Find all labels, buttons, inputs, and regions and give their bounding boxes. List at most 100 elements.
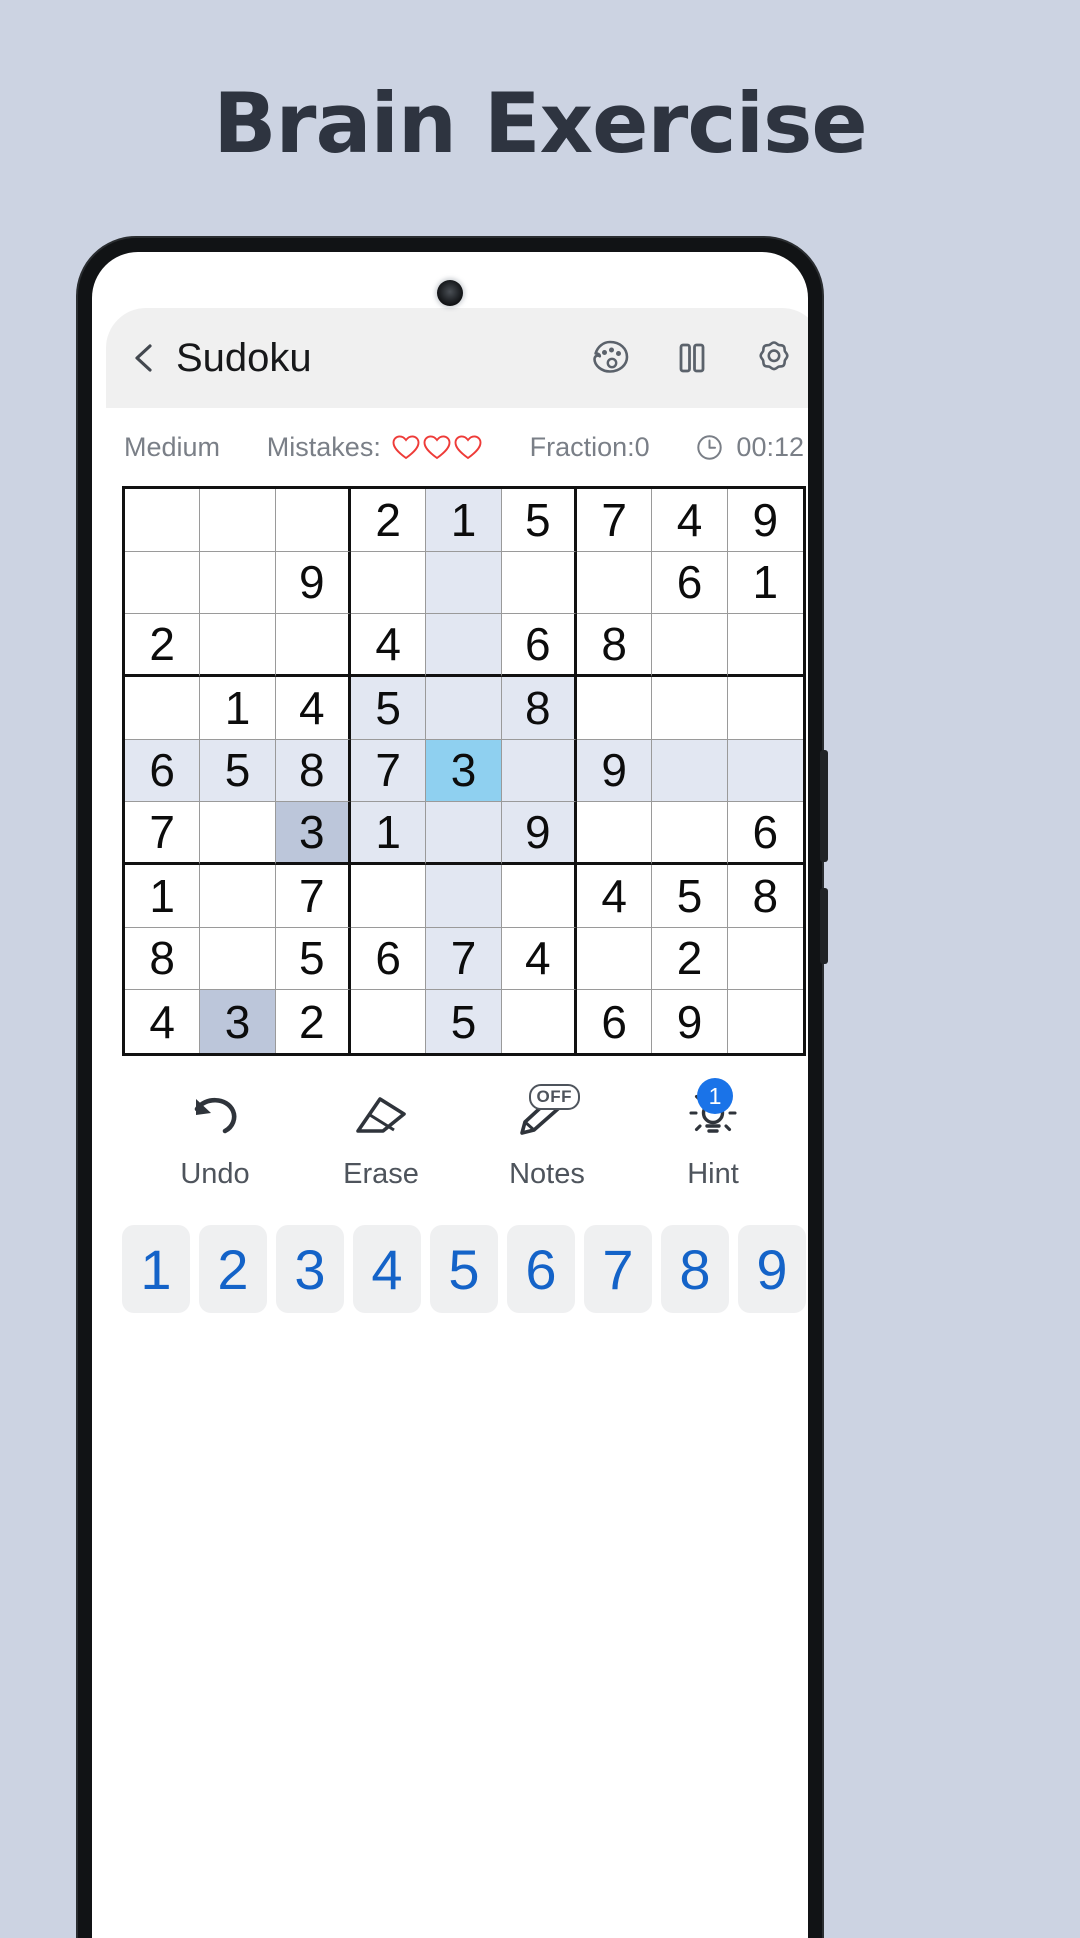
sudoku-cell-r1-c5[interactable] bbox=[501, 551, 577, 615]
sudoku-cell-r8-c6[interactable]: 6 bbox=[577, 990, 653, 1053]
gear-icon[interactable] bbox=[752, 336, 796, 380]
sudoku-cell-r4-c4[interactable]: 3 bbox=[426, 739, 502, 803]
sudoku-cell-r0-c2[interactable] bbox=[275, 489, 351, 552]
sudoku-cell-r8-c0[interactable]: 4 bbox=[125, 990, 201, 1053]
number-key-7[interactable]: 7 bbox=[584, 1225, 652, 1313]
number-key-9[interactable]: 9 bbox=[738, 1225, 806, 1313]
sudoku-cell-r1-c7[interactable]: 6 bbox=[652, 551, 728, 615]
notes-button[interactable]: OFF Notes bbox=[472, 1084, 622, 1191]
sudoku-cell-r2-c6[interactable]: 8 bbox=[577, 614, 653, 677]
sudoku-cell-r5-c4[interactable] bbox=[426, 802, 502, 865]
sudoku-cell-r4-c5[interactable] bbox=[501, 739, 577, 803]
sudoku-cell-r8-c7[interactable]: 9 bbox=[652, 990, 728, 1053]
sudoku-cell-r1-c6[interactable] bbox=[577, 551, 653, 615]
sudoku-cell-r4-c1[interactable]: 5 bbox=[200, 739, 276, 803]
number-key-1[interactable]: 1 bbox=[122, 1225, 190, 1313]
sudoku-cell-r5-c1[interactable] bbox=[200, 802, 276, 865]
sudoku-cell-r0-c5[interactable]: 5 bbox=[501, 489, 577, 552]
sudoku-cell-r7-c3[interactable]: 6 bbox=[351, 927, 427, 991]
sudoku-cell-r3-c7[interactable] bbox=[652, 677, 728, 740]
number-key-4[interactable]: 4 bbox=[353, 1225, 421, 1313]
sudoku-cell-r3-c5[interactable]: 8 bbox=[501, 677, 577, 740]
sudoku-cell-r1-c0[interactable] bbox=[125, 551, 201, 615]
sudoku-cell-r6-c7[interactable]: 5 bbox=[652, 865, 728, 928]
sudoku-cell-r6-c1[interactable] bbox=[200, 865, 276, 928]
sudoku-cell-r6-c4[interactable] bbox=[426, 865, 502, 928]
erase-button[interactable]: Erase bbox=[306, 1088, 456, 1191]
sudoku-cell-r3-c4[interactable] bbox=[426, 677, 502, 740]
sudoku-cell-r2-c8[interactable] bbox=[727, 614, 803, 677]
sudoku-cell-r7-c8[interactable] bbox=[727, 928, 803, 991]
sudoku-cell-r5-c5[interactable]: 9 bbox=[501, 802, 577, 865]
sudoku-cell-r0-c3[interactable]: 2 bbox=[351, 489, 427, 552]
sudoku-cell-r4-c6[interactable]: 9 bbox=[577, 739, 653, 803]
sudoku-cell-r7-c1[interactable] bbox=[200, 927, 276, 991]
sudoku-cell-r8-c1[interactable]: 3 bbox=[200, 990, 276, 1053]
sudoku-cell-r3-c3[interactable]: 5 bbox=[351, 677, 427, 740]
sudoku-cell-r4-c2[interactable]: 8 bbox=[275, 739, 351, 803]
number-key-2[interactable]: 2 bbox=[199, 1225, 267, 1313]
sudoku-cell-r5-c7[interactable] bbox=[652, 802, 728, 865]
number-key-3[interactable]: 3 bbox=[276, 1225, 344, 1313]
sudoku-cell-r2-c4[interactable] bbox=[426, 614, 502, 677]
sudoku-cell-r2-c7[interactable] bbox=[652, 614, 728, 677]
chevron-left-icon[interactable] bbox=[128, 341, 162, 375]
undo-button[interactable]: Undo bbox=[140, 1088, 290, 1191]
sudoku-cell-r2-c2[interactable] bbox=[275, 614, 351, 677]
sudoku-cell-r1-c4[interactable] bbox=[426, 551, 502, 615]
palette-icon[interactable] bbox=[588, 336, 632, 380]
sudoku-cell-r0-c8[interactable]: 9 bbox=[727, 489, 803, 552]
sudoku-cell-r4-c0[interactable]: 6 bbox=[125, 739, 201, 803]
sudoku-cell-r1-c1[interactable] bbox=[200, 551, 276, 615]
sudoku-cell-r7-c7[interactable]: 2 bbox=[652, 927, 728, 991]
sudoku-cell-r6-c0[interactable]: 1 bbox=[125, 865, 201, 928]
sudoku-grid[interactable]: 2157499612468145865873973196174588567424… bbox=[122, 486, 806, 1056]
sudoku-cell-r8-c4[interactable]: 5 bbox=[426, 990, 502, 1053]
sudoku-cell-r5-c0[interactable]: 7 bbox=[125, 802, 201, 865]
hint-button[interactable]: 1 Hint bbox=[638, 1078, 788, 1191]
sudoku-cell-r0-c1[interactable] bbox=[200, 489, 276, 552]
sudoku-cell-r3-c1[interactable]: 1 bbox=[200, 677, 276, 740]
sudoku-cell-r8-c3[interactable] bbox=[351, 990, 427, 1053]
sudoku-cell-r7-c2[interactable]: 5 bbox=[275, 927, 351, 991]
sudoku-cell-r2-c3[interactable]: 4 bbox=[351, 614, 427, 677]
sudoku-cell-r8-c8[interactable] bbox=[728, 990, 803, 1053]
sudoku-cell-r2-c1[interactable] bbox=[200, 614, 276, 677]
sudoku-cell-r0-c4[interactable]: 1 bbox=[426, 489, 502, 552]
sudoku-cell-r6-c3[interactable] bbox=[351, 865, 427, 928]
sudoku-cell-r7-c5[interactable]: 4 bbox=[501, 927, 577, 991]
sudoku-cell-r7-c0[interactable]: 8 bbox=[125, 927, 201, 991]
sudoku-cell-r2-c5[interactable]: 6 bbox=[501, 614, 577, 677]
number-key-5[interactable]: 5 bbox=[430, 1225, 498, 1313]
sudoku-cell-r5-c8[interactable]: 6 bbox=[727, 802, 803, 865]
sudoku-cell-r3-c0[interactable] bbox=[125, 677, 201, 740]
sudoku-cell-r3-c8[interactable] bbox=[727, 677, 803, 740]
sudoku-cell-r4-c3[interactable]: 7 bbox=[351, 739, 427, 803]
sudoku-cell-r0-c6[interactable]: 7 bbox=[577, 489, 653, 552]
sudoku-cell-r3-c6[interactable] bbox=[577, 677, 653, 740]
number-key-6[interactable]: 6 bbox=[507, 1225, 575, 1313]
sudoku-cell-r6-c2[interactable]: 7 bbox=[275, 865, 351, 928]
sudoku-cell-r5-c3[interactable]: 1 bbox=[351, 802, 427, 865]
sudoku-cell-r3-c2[interactable]: 4 bbox=[275, 677, 351, 740]
sudoku-cell-r6-c5[interactable] bbox=[501, 865, 577, 928]
number-pad[interactable]: 123456789 bbox=[106, 1191, 808, 1313]
sudoku-cell-r7-c6[interactable] bbox=[577, 927, 653, 991]
sudoku-cell-r0-c0[interactable] bbox=[125, 489, 201, 552]
sudoku-cell-r5-c2[interactable]: 3 bbox=[275, 802, 351, 865]
sudoku-cell-r4-c7[interactable] bbox=[652, 739, 728, 803]
sudoku-cell-r6-c6[interactable]: 4 bbox=[577, 865, 653, 928]
number-key-8[interactable]: 8 bbox=[661, 1225, 729, 1313]
sudoku-cell-r1-c3[interactable] bbox=[351, 551, 427, 615]
sudoku-cell-r8-c5[interactable] bbox=[502, 990, 577, 1053]
sudoku-cell-r5-c6[interactable] bbox=[577, 802, 653, 865]
pause-icon[interactable] bbox=[670, 336, 714, 380]
sudoku-cell-r4-c8[interactable] bbox=[727, 739, 803, 803]
sudoku-cell-r8-c2[interactable]: 2 bbox=[276, 990, 351, 1053]
sudoku-cell-r6-c8[interactable]: 8 bbox=[727, 865, 803, 928]
sudoku-cell-r7-c4[interactable]: 7 bbox=[426, 927, 502, 991]
sudoku-cell-r1-c8[interactable]: 1 bbox=[727, 552, 803, 615]
sudoku-cell-r2-c0[interactable]: 2 bbox=[125, 614, 201, 677]
sudoku-cell-r1-c2[interactable]: 9 bbox=[275, 551, 351, 615]
sudoku-cell-r0-c7[interactable]: 4 bbox=[652, 489, 728, 552]
